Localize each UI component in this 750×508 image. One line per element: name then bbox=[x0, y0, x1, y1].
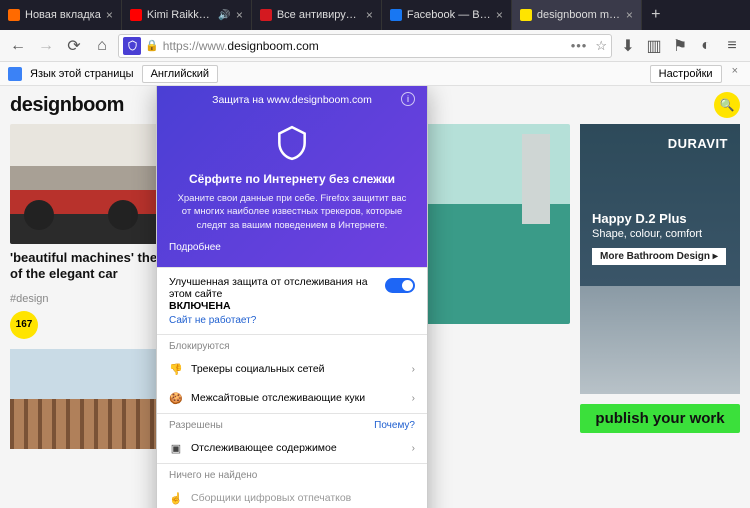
chevron-right-icon: › bbox=[412, 443, 415, 454]
publish-button[interactable]: publish your work bbox=[580, 404, 740, 433]
menu-icon[interactable]: ≡ bbox=[720, 34, 744, 58]
panel-site-not-working-link[interactable]: Сайт не работает? bbox=[169, 315, 377, 326]
info-icon[interactable]: i bbox=[401, 92, 415, 106]
lock-icon[interactable]: 🔒 bbox=[145, 39, 159, 52]
downloads-icon[interactable]: ⬇ bbox=[616, 34, 640, 58]
fingerprint-icon: ☝ bbox=[169, 492, 183, 505]
close-icon[interactable]: × bbox=[496, 8, 503, 22]
url-bar[interactable]: 🔒 https://www.designboom.com ••• ☆ bbox=[118, 34, 612, 58]
panel-enhanced-label: Улучшенная защита от отслеживания на это… bbox=[169, 276, 368, 300]
panel-allowed-heading: Разрешены bbox=[169, 420, 223, 431]
panel-social-trackers[interactable]: 👎Трекеры социальных сетей› bbox=[157, 355, 427, 384]
extensions-icon[interactable]: ⚑ bbox=[668, 34, 692, 58]
tab-youtube[interactable]: Kimi Raikkonen's Great…🔊× bbox=[122, 0, 252, 30]
ad-brand: DURAVIT bbox=[592, 136, 728, 151]
panel-crosssite-cookies[interactable]: 🍪Межсайтовые отслеживающие куки› bbox=[157, 384, 427, 413]
back-button[interactable]: ← bbox=[6, 34, 30, 58]
ad-headline: Happy D.2 Plus bbox=[592, 211, 728, 226]
cookie-icon: 🍪 bbox=[169, 392, 183, 405]
panel-tracking-content[interactable]: ▣Отслеживающее содержимое› bbox=[157, 434, 427, 463]
close-icon[interactable]: × bbox=[106, 8, 113, 22]
panel-site-label: Защита на www.designboom.com bbox=[212, 94, 372, 106]
protection-toggle[interactable] bbox=[385, 278, 415, 293]
shield-icon bbox=[273, 124, 311, 162]
translate-label: Язык этой страницы bbox=[30, 68, 134, 80]
library-icon[interactable]: ▥ bbox=[642, 34, 666, 58]
new-tab-button[interactable]: + bbox=[642, 0, 670, 30]
home-button[interactable]: ⌂ bbox=[90, 34, 114, 58]
tab-antivirus[interactable]: Все антивирусы. Скачат…× bbox=[252, 0, 382, 30]
search-button[interactable]: 🔍 bbox=[714, 92, 740, 118]
translate-detected-button[interactable]: Английский bbox=[142, 65, 219, 83]
thumbs-icon: 👎 bbox=[169, 363, 183, 376]
panel-none-heading: Ничего не найдено bbox=[169, 470, 257, 481]
article-badge[interactable]: 167 bbox=[10, 311, 38, 339]
panel-enabled-label: ВКЛЮЧЕНА bbox=[169, 300, 231, 312]
tab-designboom[interactable]: designboom magazine | y…× bbox=[512, 0, 642, 30]
panel-blocked-heading: Блокируются bbox=[169, 341, 230, 352]
translate-close-button[interactable]: × bbox=[728, 65, 742, 83]
panel-description: Храните свои данные при себе. Firefox за… bbox=[169, 192, 415, 232]
close-icon[interactable]: × bbox=[236, 8, 243, 22]
panel-heading: Сёрфите по Интернету без слежки bbox=[169, 172, 415, 186]
panel-learn-more-link[interactable]: Подробнее bbox=[169, 242, 415, 253]
translate-icon bbox=[8, 67, 22, 81]
account-icon[interactable]: ◐ bbox=[694, 34, 718, 58]
chevron-right-icon: › bbox=[412, 364, 415, 375]
chevron-right-icon: › bbox=[412, 393, 415, 404]
tab-new[interactable]: Новая вкладка× bbox=[0, 0, 122, 30]
close-icon[interactable]: × bbox=[626, 8, 633, 22]
site-logo[interactable]: designboom bbox=[10, 94, 124, 117]
panel-why-link[interactable]: Почему? bbox=[374, 420, 415, 431]
shield-icon[interactable] bbox=[123, 37, 141, 55]
reload-button[interactable]: ⟳ bbox=[62, 34, 86, 58]
page-actions-icon[interactable]: ••• bbox=[571, 38, 588, 53]
ad-cta-button[interactable]: More Bathroom Design ▸ bbox=[592, 248, 726, 265]
forward-button[interactable]: → bbox=[34, 34, 58, 58]
ad-banner[interactable]: DURAVIT Happy D.2 Plus Shape, colour, co… bbox=[580, 124, 740, 394]
panel-fingerprinters: ☝Сборщики цифровых отпечатков bbox=[157, 484, 427, 508]
bookmark-icon[interactable]: ☆ bbox=[595, 38, 607, 54]
sound-icon[interactable]: 🔊 bbox=[218, 10, 230, 21]
tab-strip: Новая вкладка× Kimi Raikkonen's Great…🔊×… bbox=[0, 0, 750, 30]
tab-facebook[interactable]: Facebook — Выполните в…× bbox=[382, 0, 512, 30]
page-content: designboom 🔍 'beautiful machines' the er… bbox=[0, 86, 750, 508]
tracking-icon: ▣ bbox=[169, 442, 183, 455]
close-icon[interactable]: × bbox=[366, 8, 373, 22]
protection-panel: Защита на www.designboom.com i Сёрфите п… bbox=[156, 86, 428, 508]
translate-bar: Язык этой страницы Английский Настройки … bbox=[0, 62, 750, 86]
ad-subtitle: Shape, colour, comfort bbox=[592, 228, 728, 240]
navbar: ← → ⟳ ⌂ 🔒 https://www.designboom.com •••… bbox=[0, 30, 750, 62]
url-text: https://www.designboom.com bbox=[163, 39, 319, 53]
translate-settings-button[interactable]: Настройки bbox=[650, 65, 722, 83]
